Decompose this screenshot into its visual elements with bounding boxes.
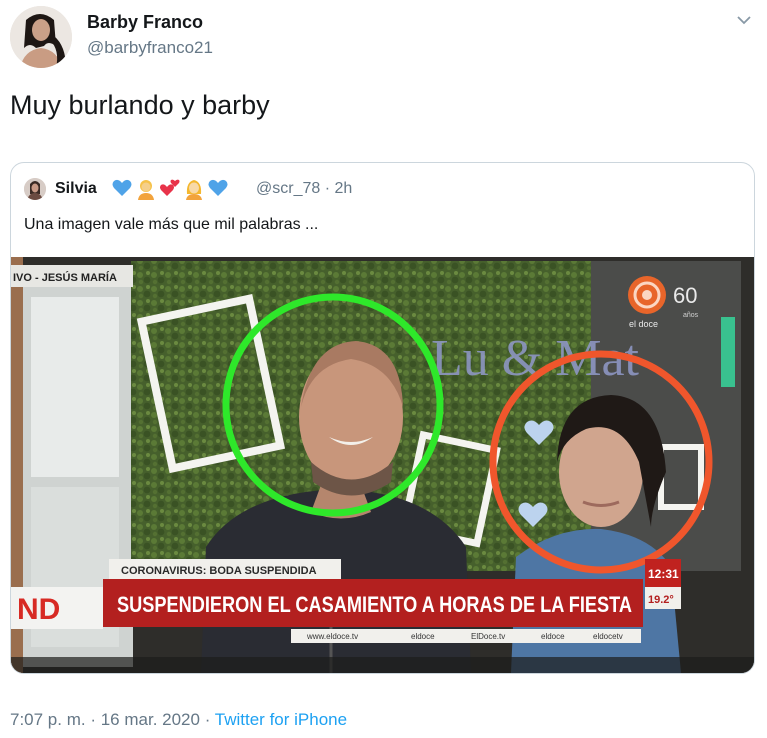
blue-heart-emoji [112,179,132,196]
quoted-name-emojis [111,176,229,200]
quoted-avatar[interactable] [24,178,46,200]
temperature-text: 19.2° [648,594,674,606]
live-tag: IVO - JESÚS MARÍA [13,271,117,284]
author-name[interactable]: Barby Franco [87,12,203,33]
tweet-footer: 7:07 p. m. · 16 mar. 2020 · Twitter for … [10,710,347,730]
two-hearts-emoji [160,179,180,196]
tweet-text: Muy burlando y barby [10,90,270,120]
svg-text:el doce: el doce [629,319,658,329]
svg-text:60: 60 [673,283,697,308]
quoted-tweet[interactable]: Silvia @scr_78 · 2h Una imagen vale más … [10,162,755,674]
quoted-author-name[interactable]: Silvia [55,180,97,198]
clock-text: 12:31 [648,567,679,581]
svg-text:años: años [683,312,699,319]
social-twitter: eldoce [541,632,565,641]
social-youtube: eldoce [411,632,435,641]
tv-screenshot-photo[interactable]: Lu & Mat 60 años el doce IVO - JESÚS MAR… [11,257,754,673]
separator: · [199,710,215,729]
tweet-date[interactable]: 16 mar. 2020 [101,710,200,729]
woman-blond-emoji [186,180,202,200]
tweet-card: Barby Franco @barbyfranco21 Muy burlando… [0,0,767,738]
quoted-tweet-text: Una imagen vale más que mil palabras ... [24,216,319,233]
blue-heart-emoji [208,179,228,196]
headline-text: SUSPENDIERON EL CASAMIENTO A HORAS DE LA… [117,592,632,617]
social-instagram: eldocetv [593,632,623,641]
quoted-handle-time[interactable]: @scr_78 · 2h [256,180,352,198]
channel-logo-partial: ND [17,593,60,626]
separator: · [85,710,101,729]
tweet-time[interactable]: 7:07 p. m. [10,710,86,729]
tweet-client-link[interactable]: Twitter for iPhone [215,710,347,729]
author-handle[interactable]: @barbyfranco21 [87,38,213,58]
person-blond-emoji [138,180,154,200]
avatar[interactable] [10,6,72,68]
chevron-down-icon[interactable] [734,10,754,30]
social-web: www.eldoce.tv [306,632,358,641]
kicker-text: CORONAVIRUS: BODA SUSPENDIDA [121,565,317,577]
social-facebook: ElDoce.tv [471,632,505,641]
